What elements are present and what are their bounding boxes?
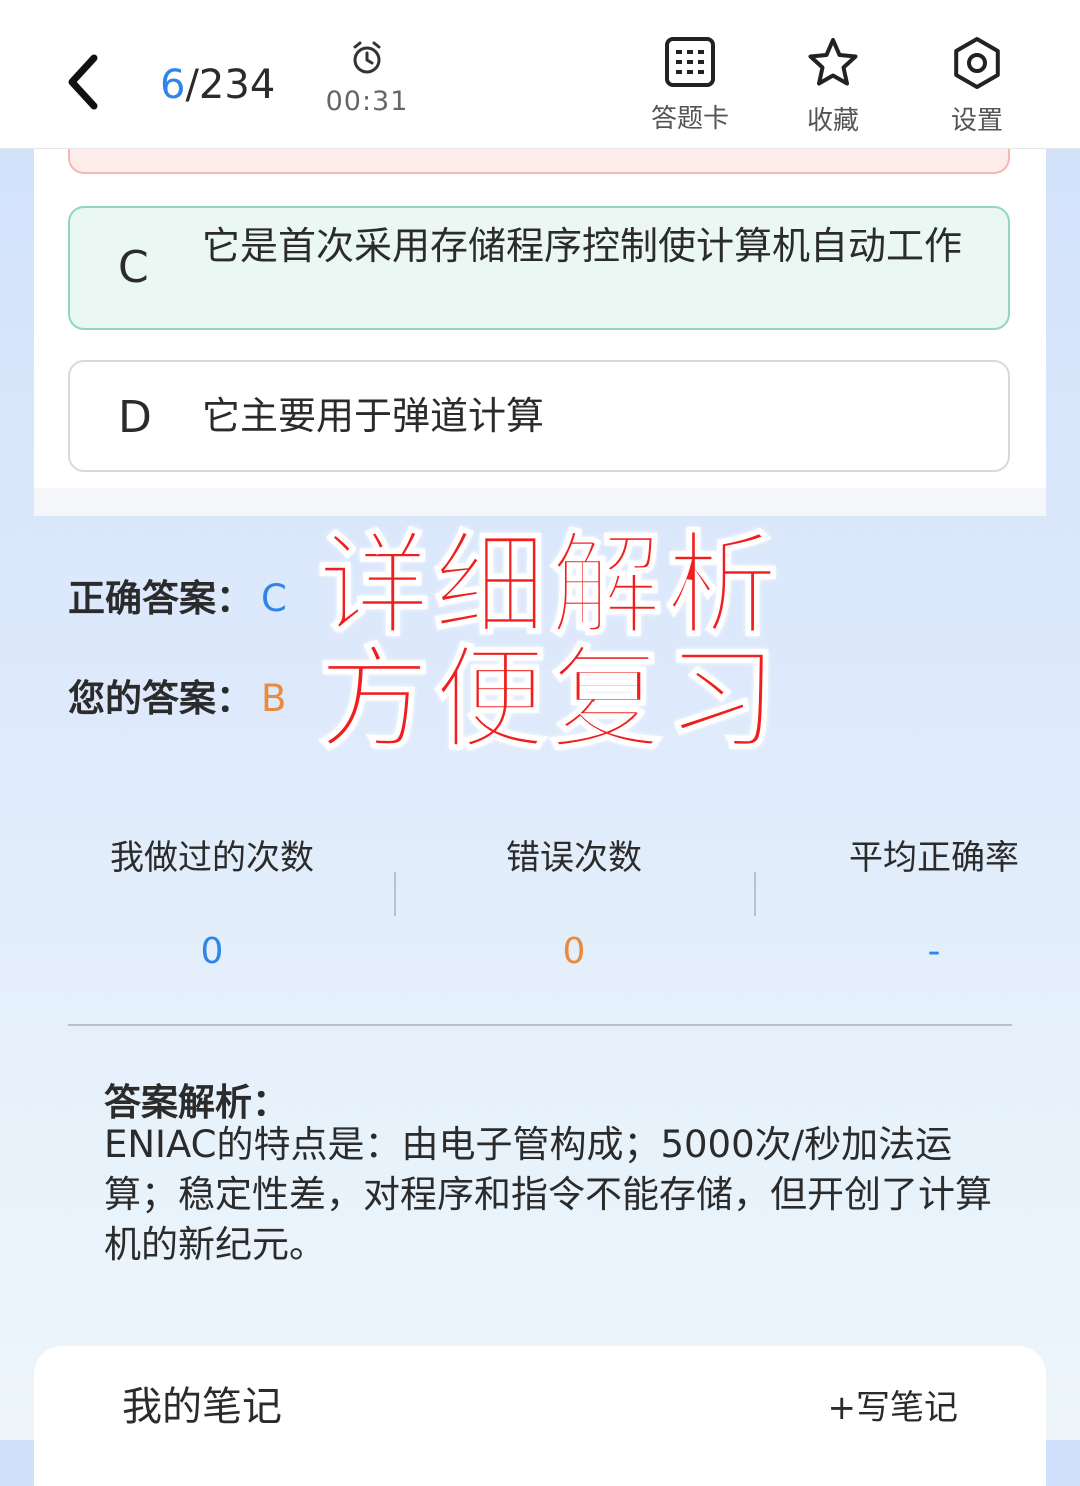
stat-label: 我做过的次数 [110, 838, 314, 878]
notes-title: 我的笔记 [122, 1384, 282, 1430]
back-button[interactable] [62, 52, 122, 122]
alarm-clock-icon [353, 41, 381, 74]
answer-card-icon [665, 37, 715, 87]
correct-answer-value: C [261, 577, 287, 620]
card-bottom-strip [34, 488, 1046, 516]
answer-card-button[interactable]: 答题卡 [635, 36, 745, 135]
stat-value: 0 [562, 931, 586, 972]
stat-label: 错误次数 [506, 838, 642, 878]
favorite-button[interactable]: 收藏 [778, 36, 888, 137]
analysis-title: 答案解析： [104, 1081, 289, 1124]
question-card: C 它是首次采用存储程序控制使计算机自动工作 D 它主要用于弹道计算 [34, 128, 1046, 516]
promo-text-line1: 详细解析 [317, 521, 782, 651]
settings-button[interactable]: 设置 [922, 36, 1032, 137]
stat-value: - [927, 931, 941, 972]
notes-card: 我的笔记 +写笔记 [34, 1346, 1046, 1486]
progress-current: 6 [160, 62, 186, 108]
your-answer-label: 您的答案： [68, 677, 253, 720]
stat-attempts: 我做过的次数 0 [32, 830, 392, 972]
chevron-left-icon [68, 54, 98, 110]
timer: 00:31 [322, 40, 412, 117]
option-text: 它主要用于弹道计算 [202, 394, 545, 438]
correct-answer-label: 正确答案： [68, 577, 253, 620]
question-progress: 6/234 [160, 62, 275, 108]
your-answer-value: B [261, 677, 287, 720]
progress-total: /234 [185, 62, 276, 108]
timer-value: 00:31 [325, 86, 409, 117]
write-note-button[interactable]: +写笔记 [828, 1380, 959, 1429]
stat-errors: 错误次数 0 [394, 830, 754, 972]
stat-value: 0 [200, 931, 224, 972]
gear-icon [954, 37, 1000, 89]
favorite-label: 收藏 [806, 106, 859, 136]
stat-accuracy: 平均正确率 - [754, 830, 1080, 972]
your-answer-row: 您的答案： B [68, 668, 286, 722]
star-icon [808, 38, 858, 86]
option-d[interactable]: D 它主要用于弹道计算 [68, 360, 1010, 472]
analysis-body: ENIAC的特点是：由电子管构成；5000次/秒加法运算；稳定性差，对程序和指令… [104, 1123, 992, 1266]
option-letter: C [118, 242, 149, 293]
divider [68, 1024, 1012, 1026]
top-bar: 6/234 00:31 答题卡 收藏 设置 [0, 0, 1080, 149]
correct-answer-row: 正确答案： C [68, 568, 287, 622]
answer-card-label: 答题卡 [650, 104, 729, 134]
option-letter: D [118, 392, 152, 443]
option-c[interactable]: C 它是首次采用存储程序控制使计算机自动工作 [68, 206, 1010, 330]
stat-label: 平均正确率 [849, 838, 1019, 878]
promo-text-line2: 方便复习 [317, 635, 782, 765]
settings-label: 设置 [950, 106, 1003, 136]
option-text: 它是首次采用存储程序控制使计算机自动工作 [202, 224, 963, 268]
